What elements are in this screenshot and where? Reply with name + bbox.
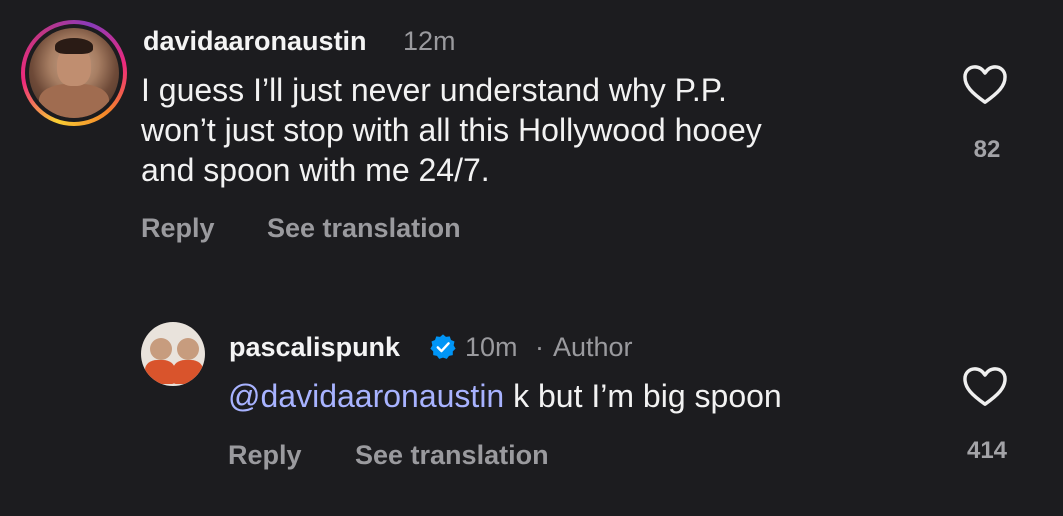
heart-outline-icon[interactable] xyxy=(962,64,1008,106)
username[interactable]: pascalispunk xyxy=(229,332,400,363)
username[interactable]: davidaaronaustin xyxy=(143,26,367,57)
heart-outline-icon[interactable] xyxy=(962,366,1008,408)
comment-text-line: I guess I’ll just never understand why P… xyxy=(141,72,727,108)
comment-time: 10m xyxy=(465,332,518,362)
meta-separator: · xyxy=(535,332,544,362)
comment-text: @davidaaronaustin k but I’m big spoon xyxy=(228,376,782,416)
see-translation-button[interactable]: See translation xyxy=(267,213,461,244)
comment-time: 12m xyxy=(403,26,456,56)
comment-text: I guess I’ll just never understand why P… xyxy=(141,70,762,190)
like-count: 82 xyxy=(973,136,1001,163)
avatar[interactable] xyxy=(29,28,119,118)
like-count: 414 xyxy=(966,437,1008,464)
avatar[interactable] xyxy=(141,322,205,386)
see-translation-button[interactable]: See translation xyxy=(355,440,549,471)
reply-button[interactable]: Reply xyxy=(141,213,215,244)
verified-badge-icon xyxy=(430,334,456,359)
author-label: Author xyxy=(553,332,633,362)
reply-button[interactable]: Reply xyxy=(228,440,302,471)
comment-body: k but I’m big spoon xyxy=(504,378,782,414)
comment-text-line: won’t just stop with all this Hollywood … xyxy=(141,112,762,148)
mention-link[interactable]: @davidaaronaustin xyxy=(228,378,504,414)
comment-text-line: and spoon with me 24/7. xyxy=(141,152,490,188)
